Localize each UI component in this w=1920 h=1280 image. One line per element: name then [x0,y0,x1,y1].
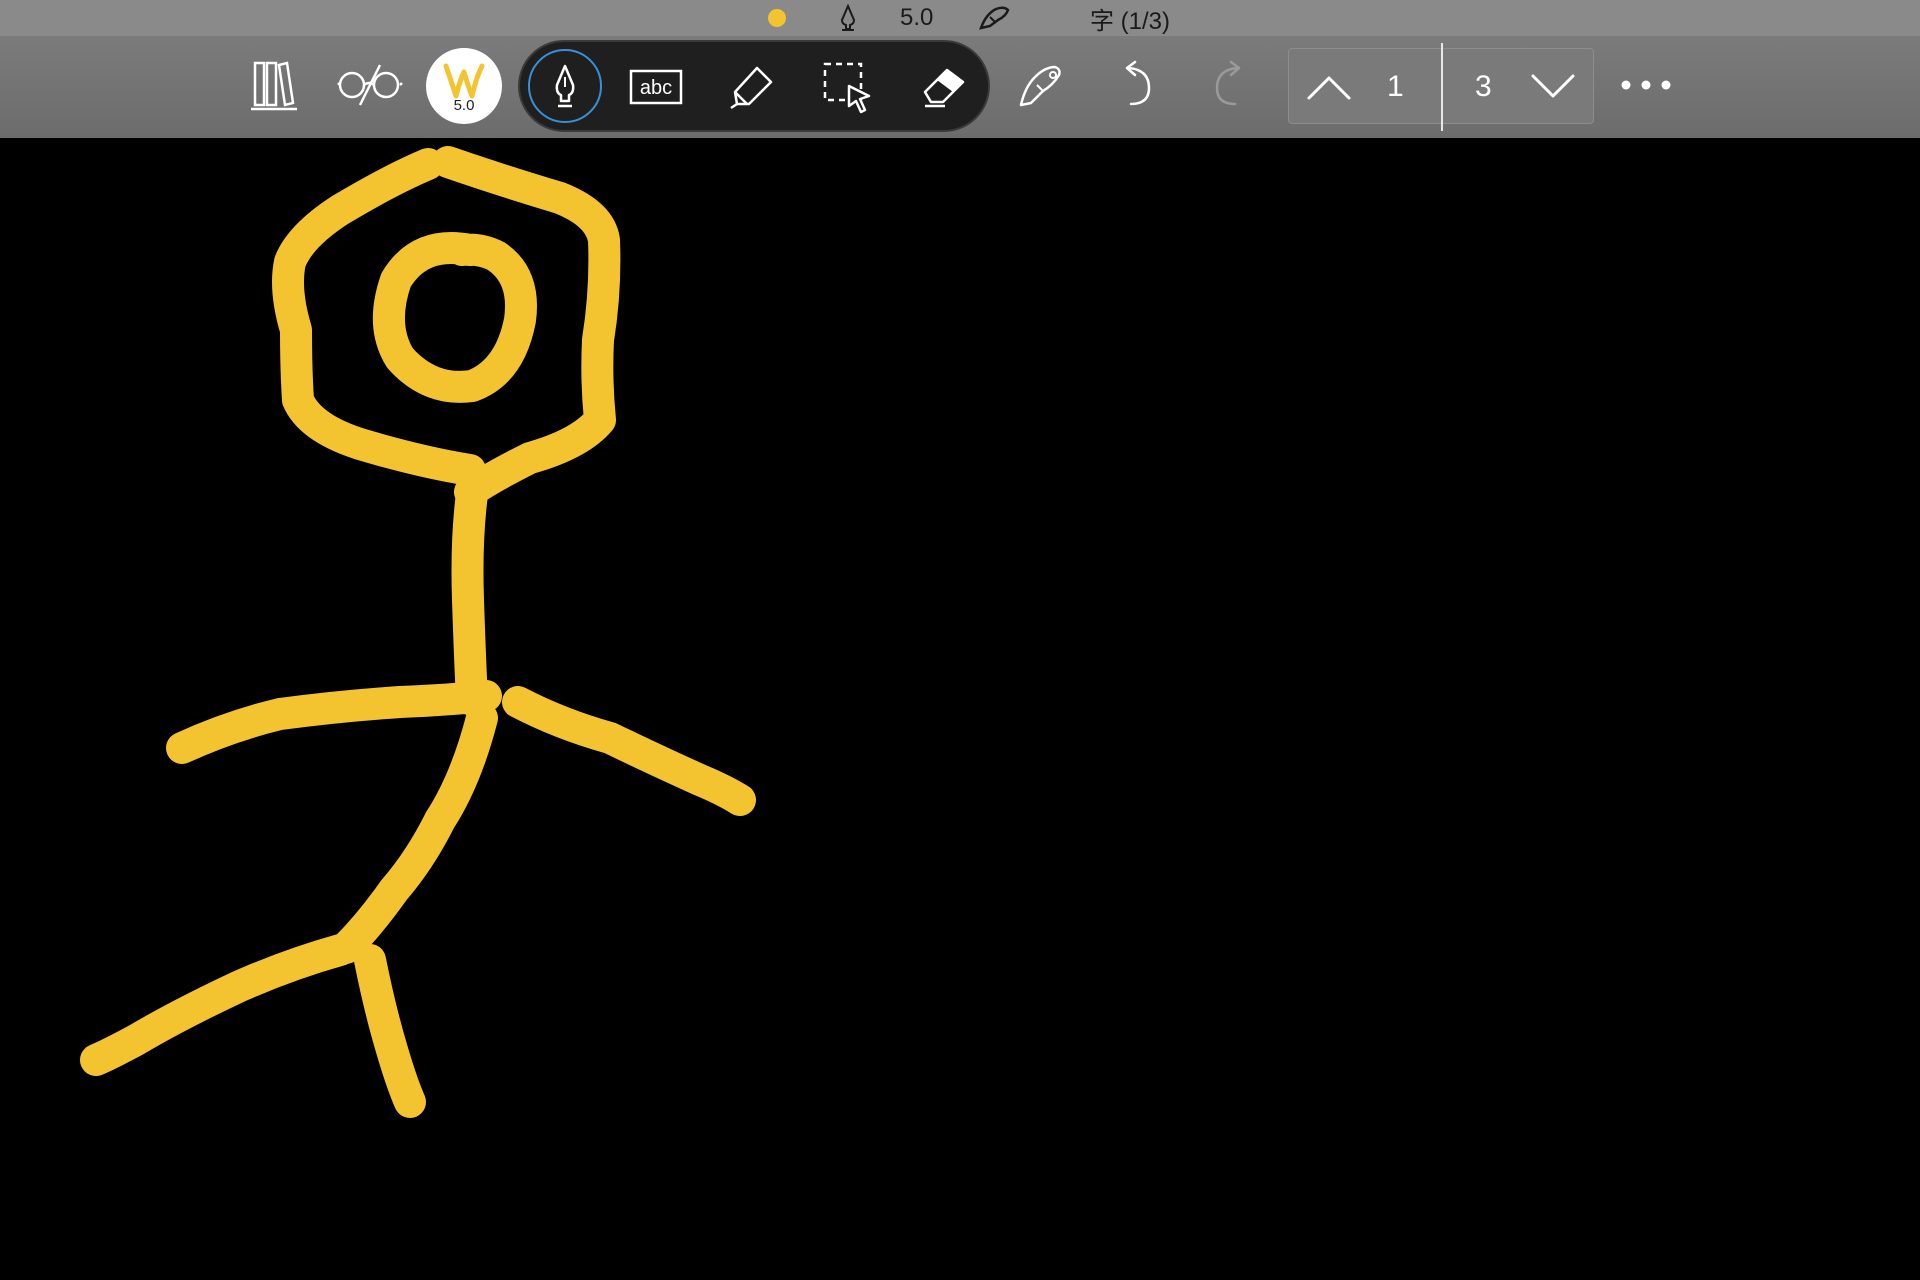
redo-icon [1215,60,1241,106]
eraser-icon [923,68,965,108]
chevron-up-icon [1307,76,1351,100]
status-bar: 5.0 字 (1/3) [0,0,1920,36]
undo-button[interactable] [1102,52,1168,118]
finger-draw-button[interactable] [1008,52,1074,118]
current-page-number[interactable]: 1 [1387,49,1404,125]
pen-size-button[interactable]: 5.0 [426,48,502,124]
library-icon [251,61,297,111]
lasso-select-icon [823,62,871,114]
stylus-icon [978,0,1012,36]
hand-pen-icon [1019,65,1061,107]
ink-stroke-inner-ring [372,232,537,403]
char-count: 字 (1/3) [1090,7,1171,35]
drawing-tools-group: abc [518,40,990,132]
pen-size-readout: 5.0 [900,4,934,31]
pen-color-indicator[interactable] [768,0,786,36]
previous-page-button[interactable] [1297,55,1361,119]
toolbar: 5.0 abc 1 3 [0,36,1920,138]
pen-icon [555,64,575,108]
ink-layer [80,146,756,1118]
pen-color-dot [768,9,786,27]
svg-text:abc: abc [640,77,672,99]
drawing-canvas[interactable] [0,138,1920,1280]
highlighter-icon [730,66,773,110]
chevron-down-icon [1531,74,1575,98]
ink-stroke-lower-right-leg [354,944,426,1118]
more-dots-icon [1621,80,1671,90]
reading-mode-button[interactable] [332,52,408,118]
ink-stroke-upper-leg [330,702,498,964]
page-navigator: 1 3 [1288,43,1594,131]
page-nav-divider [1441,43,1443,131]
ink-stroke-right-arm [502,686,756,816]
undo-icon [1125,60,1151,106]
ink-stroke-left-arm [166,680,502,764]
reading-glasses-icon [337,64,403,106]
highlighter-tool-button[interactable] [720,52,784,122]
text-box-icon: abc [629,69,683,105]
pen-tool-button[interactable] [528,49,602,123]
text-tool-button[interactable]: abc [624,52,688,122]
eraser-tool-button[interactable] [912,52,976,122]
next-page-button[interactable] [1521,55,1585,119]
redo-button[interactable] [1198,52,1264,118]
lasso-tool-button[interactable] [816,52,880,122]
ink-stroke-lower-left-leg [80,934,356,1076]
pen-nib-icon [838,0,858,36]
note-app: 5.0 字 (1/3) 5.0 abc 1 3 [0,0,1920,1280]
total-pages-number: 3 [1475,70,1492,103]
library-button[interactable] [244,52,304,118]
pen-size-label: 5.0 [453,97,475,114]
ink-stroke-body [451,478,488,716]
more-options-button[interactable] [1614,56,1678,114]
